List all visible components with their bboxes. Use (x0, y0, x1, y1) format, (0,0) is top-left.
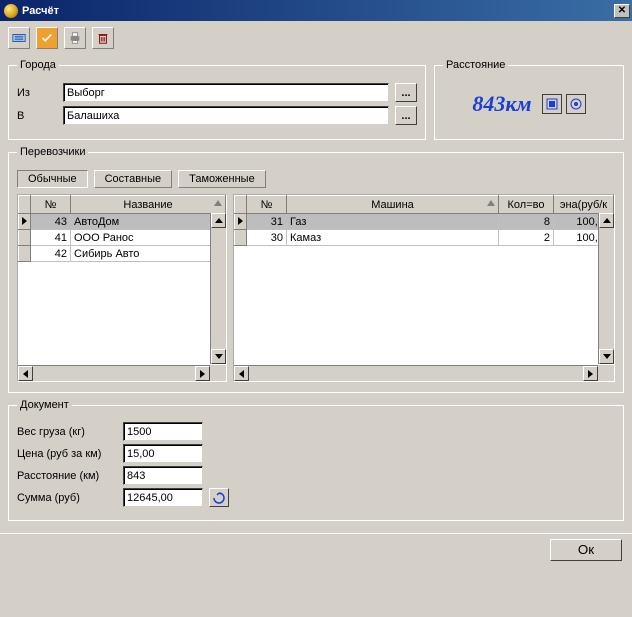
price-label: Цена (руб за км) (17, 448, 117, 460)
table-row[interactable]: 43АвтоДом (19, 214, 226, 230)
from-label: Из (17, 87, 57, 99)
dist-input[interactable] (123, 466, 203, 485)
carriers-scrollbar-h[interactable] (18, 365, 210, 381)
document-group: Документ Вес груза (кг) Цена (руб за км)… (8, 399, 624, 521)
col-name[interactable]: Название (71, 196, 226, 214)
distance-value: 843км (472, 91, 531, 117)
vehicles-scrollbar-v[interactable] (598, 213, 614, 364)
weight-label: Вес груза (кг) (17, 426, 117, 438)
distance-btn-1[interactable] (542, 94, 562, 114)
vehicles-table[interactable]: № Машина Кол=во эна(руб/к 31Газ8100,0030… (233, 194, 615, 382)
carriers-scrollbar-v[interactable] (210, 213, 226, 364)
row-marker-icon (22, 217, 27, 225)
to-input[interactable] (63, 106, 389, 125)
price-input[interactable] (123, 444, 203, 463)
delete-button[interactable] (92, 27, 114, 49)
distance-legend: Расстояние (443, 59, 508, 71)
col-num2[interactable]: № (247, 196, 287, 214)
table-row[interactable]: 42Сибирь Авто (19, 246, 226, 262)
tab-customs[interactable]: Таможенные (178, 170, 266, 188)
to-browse-button[interactable]: ... (395, 106, 417, 125)
cities-group: Города Из ... В ... (8, 59, 426, 140)
titlebar: Расчёт ✕ (0, 0, 632, 21)
carriers-legend: Перевозчики (17, 146, 88, 158)
row-marker-icon (238, 217, 243, 225)
sort-asc-icon (487, 200, 495, 206)
sum-label: Сумма (руб) (17, 492, 117, 504)
col-price[interactable]: эна(руб/к (554, 196, 614, 214)
close-button[interactable]: ✕ (614, 4, 630, 18)
window-title: Расчёт (22, 5, 59, 17)
print-button[interactable] (64, 27, 86, 49)
keyboard-button[interactable] (8, 27, 30, 49)
dist-label: Расстояние (км) (17, 470, 117, 482)
distance-group: Расстояние 843км (434, 59, 624, 140)
sort-asc-icon (214, 200, 222, 206)
weight-input[interactable] (123, 422, 203, 441)
col-qty[interactable]: Кол=во (499, 196, 554, 214)
bottom-bar: Ок (0, 533, 632, 565)
col-vehicle[interactable]: Машина (287, 196, 499, 214)
check-button[interactable] (36, 27, 58, 49)
ok-button[interactable]: Ок (550, 539, 622, 561)
refresh-button[interactable] (209, 488, 229, 507)
carriers-group: Перевозчики Обычные Составные Таможенные… (8, 146, 624, 393)
to-label: В (17, 110, 57, 122)
tab-composite[interactable]: Составные (94, 170, 173, 188)
table-row[interactable]: 30Камаз2100,00 (235, 230, 614, 246)
table-row[interactable]: 31Газ8100,00 (235, 214, 614, 230)
app-icon (4, 4, 18, 18)
col-num[interactable]: № (31, 196, 71, 214)
distance-btn-2[interactable] (566, 94, 586, 114)
toolbar (0, 21, 632, 55)
carriers-table[interactable]: № Название 43АвтоДом41ООО Ранос42Сибирь … (17, 194, 227, 382)
table-row[interactable]: 41ООО Ранос (19, 230, 226, 246)
vehicles-scrollbar-h[interactable] (234, 365, 598, 381)
tab-regular[interactable]: Обычные (17, 170, 88, 188)
from-browse-button[interactable]: ... (395, 83, 417, 102)
sum-input[interactable] (123, 488, 203, 507)
from-input[interactable] (63, 83, 389, 102)
cities-legend: Города (17, 59, 59, 71)
doc-legend: Документ (17, 399, 72, 411)
